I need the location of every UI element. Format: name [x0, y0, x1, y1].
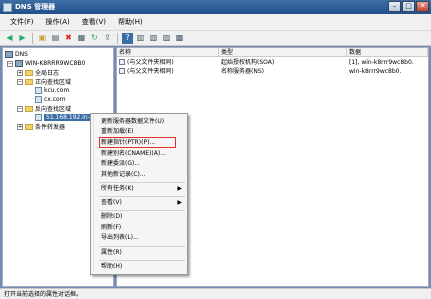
menu-item-view[interactable]: 查看(V) ▶ — [101, 198, 185, 208]
close-button[interactable]: ✕ — [416, 1, 429, 12]
help-icon[interactable]: ? — [122, 32, 133, 44]
menu-item-label: 查看(V) — [101, 199, 122, 206]
window-title: DNS 管理器 — [15, 3, 56, 11]
tree-node-dns[interactable]: DNS — [5, 50, 28, 59]
tree-node-zone-kcu[interactable]: kcu.com — [35, 86, 69, 95]
tree-node-label: DNS — [15, 51, 28, 58]
menu-separator — [99, 196, 185, 197]
menu-view[interactable]: 查看(V) — [76, 17, 112, 27]
toolbar: ◀ ▶ ▣ ▤ ✖ ▦ ↻ ⇪ ? ▥ ▧ ▨ ▩ — [0, 31, 431, 46]
dns-icon — [5, 51, 13, 58]
column-header-data[interactable]: 数据 — [347, 48, 428, 57]
tree-node-label: WIN-K8RRR9WC8B0 — [25, 60, 86, 67]
server-config-icon[interactable]: ▥ — [135, 33, 146, 44]
toolbar-separator — [117, 32, 118, 44]
menu-item-reload[interactable]: 重新加载(E) — [101, 127, 185, 137]
tree-node-label: 全局日志 — [35, 70, 60, 77]
cell-data: win-k8rrr9wc8b0. — [349, 68, 402, 75]
menu-bar: 文件(F) 操作(A) 查看(V) 帮助(H) — [0, 14, 431, 31]
menu-item-delete[interactable]: 删除(D) — [101, 212, 185, 222]
menu-separator — [99, 182, 185, 183]
folder-icon — [25, 105, 33, 112]
menu-item-new-ptr[interactable]: 新建指针(PTR)(P)... — [101, 138, 185, 148]
tree-node-server[interactable]: − WIN-K8RRR9WC8B0 — [7, 59, 85, 68]
menu-item-label: 所有任务(K) — [101, 185, 134, 192]
zone-icon — [35, 96, 42, 103]
collapse-icon[interactable]: − — [17, 105, 23, 112]
cell-type: 名称服务器(NS) — [221, 68, 264, 75]
table-row[interactable]: (与父文件夹相同) 起始授权机构(SOA) [1], win-k8rrr9wc8… — [117, 58, 428, 67]
cell-type: 起始授权机构(SOA) — [221, 59, 275, 66]
expand-icon[interactable]: + — [17, 123, 23, 130]
menu-item-refresh[interactable]: 刷新(F) — [101, 223, 185, 233]
table-row[interactable]: (与父文件夹相同) 名称服务器(NS) win-k8rrr9wc8b0. — [117, 67, 428, 76]
tree-node-label: 正向查找区域 — [35, 79, 72, 86]
menu-gutter — [93, 116, 94, 272]
update-icon[interactable]: ▩ — [174, 33, 185, 44]
menu-file[interactable]: 文件(F) — [4, 17, 40, 27]
column-headers: 名称 类型 数据 — [117, 48, 428, 57]
record-icon — [119, 59, 125, 65]
delete-icon[interactable]: ✖ — [63, 33, 74, 44]
properties-icon[interactable]: ▦ — [76, 33, 87, 44]
tree-node-label: kcu.com — [44, 87, 70, 94]
tree-node-forward-zones[interactable]: − 正向查找区域 — [17, 77, 71, 86]
details-icon[interactable]: ▤ — [50, 33, 61, 44]
folder-icon — [25, 123, 33, 130]
cell-name: (与父文件夹相同) — [119, 67, 217, 76]
folder-icon — [25, 78, 33, 85]
zone-icon — [35, 87, 42, 94]
tree-node-label: 条件转发器 — [35, 124, 66, 131]
menu-action[interactable]: 操作(A) — [40, 17, 76, 27]
menu-item-new-delegation[interactable]: 新建委派(G)... — [101, 159, 185, 169]
tree-node-label: cx.com — [44, 96, 66, 103]
menu-item-update-data-file[interactable]: 更新服务器数据文件(U) — [101, 117, 185, 127]
column-header-name[interactable]: 名称 — [117, 48, 219, 57]
back-icon[interactable]: ◀ — [4, 33, 15, 44]
menu-help[interactable]: 帮助(H) — [112, 17, 149, 27]
record-icon — [119, 68, 125, 74]
export-icon[interactable]: ⇪ — [102, 33, 113, 44]
tree-node-label: 反向查找区域 — [35, 106, 72, 113]
minimize-button[interactable]: – — [388, 1, 401, 12]
cell-name: (与父文件夹相同) — [119, 58, 217, 67]
menu-item-all-tasks[interactable]: 所有任务(K) ▶ — [101, 184, 185, 194]
folder-icon — [25, 69, 33, 76]
column-header-type[interactable]: 类型 — [219, 48, 347, 57]
collapse-icon[interactable]: − — [17, 78, 23, 85]
maximize-button[interactable]: □ — [402, 1, 415, 12]
forward-icon[interactable]: ▶ — [17, 33, 28, 44]
cell-data: [1], win-k8rrr9wc8b0. — [349, 59, 414, 66]
submenu-arrow-icon: ▶ — [177, 199, 182, 206]
toolbar-separator — [32, 32, 33, 44]
server-icon — [15, 60, 23, 67]
domain-icon[interactable]: ▨ — [161, 33, 172, 44]
menu-item-help[interactable]: 帮助(H) — [101, 262, 185, 272]
cell-name-text: (与父文件夹相同) — [127, 68, 174, 75]
dns-app-icon — [3, 2, 12, 12]
menu-item-other-records[interactable]: 其他新记录(C)... — [101, 170, 185, 180]
menu-item-properties[interactable]: 属性(R) — [101, 248, 185, 258]
refresh-icon[interactable]: ↻ — [89, 33, 100, 44]
collapse-icon[interactable]: − — [7, 60, 13, 67]
tree-node-zone-cx[interactable]: cx.com — [35, 95, 66, 104]
menu-separator — [99, 246, 185, 247]
window-controls: – □ ✕ — [388, 1, 429, 12]
title-bar: DNS 管理器 – □ ✕ — [0, 0, 431, 14]
status-bar: 打开当前选择的属性对话框。 — [0, 288, 431, 299]
tree-node-global-logs[interactable]: + 全局日志 — [17, 68, 59, 77]
submenu-arrow-icon: ▶ — [177, 185, 182, 192]
tree-node-forwarders[interactable]: + 条件转发器 — [17, 122, 65, 131]
context-menu: 更新服务器数据文件(U) 重新加载(E) 新建指针(PTR)(P)... 新建别… — [90, 113, 188, 275]
record-icon[interactable]: ▧ — [148, 33, 159, 44]
zone-icon — [35, 114, 42, 121]
menu-separator — [99, 210, 185, 211]
menu-item-export-list[interactable]: 导出列表(L)... — [101, 233, 185, 243]
folder-up-icon[interactable]: ▣ — [37, 33, 48, 44]
menu-separator — [99, 260, 185, 261]
menu-item-new-cname[interactable]: 新建别名(CNAME)(A)... — [101, 149, 185, 159]
cell-name-text: (与父文件夹相同) — [127, 59, 174, 66]
tree-node-reverse-zones[interactable]: − 反向查找区域 — [17, 104, 71, 113]
expand-icon[interactable]: + — [17, 69, 23, 76]
